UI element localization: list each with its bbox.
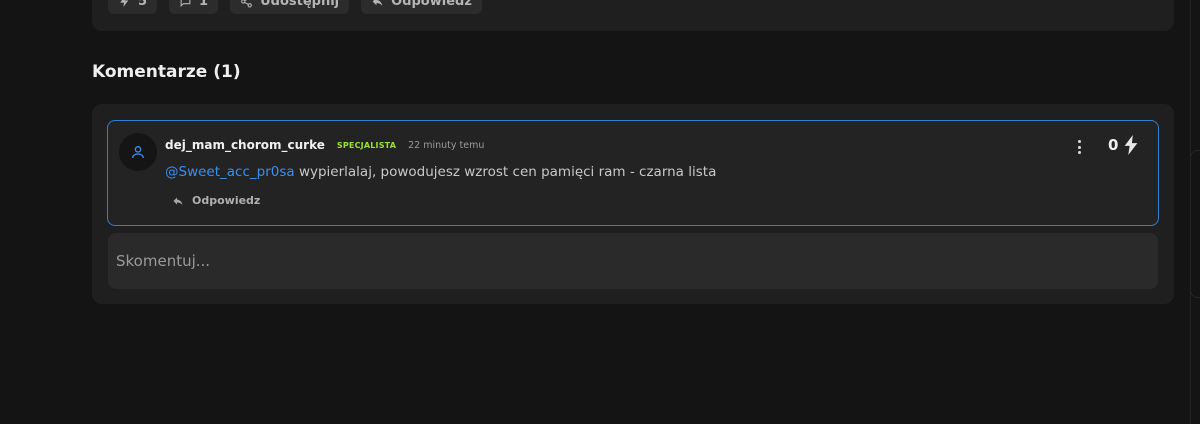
post-card: 5 1 Udostępnij Odpowiedz [92,0,1174,31]
comment-username[interactable]: dej_mam_chorom_curke [165,138,325,152]
post-reply-button[interactable]: Odpowiedz [361,0,482,14]
user-mention[interactable]: @Sweet_acc_pr0sa [165,164,295,180]
post-actions: 5 1 Udostępnij Odpowiedz [108,0,482,14]
comment-message: wypierlalaj, powodujesz wzrost cen pamię… [294,164,717,180]
comments-count: 1 [199,0,209,9]
upvote-count: 5 [138,0,148,9]
sidebar-panel-edge [1190,150,1200,298]
post-reply-label: Odpowiedz [391,0,472,9]
comment-icon [180,0,191,7]
right-sidebar-edge [1190,0,1200,424]
comment-input[interactable] [108,233,1158,289]
user-rank-badge: SPECJALISTA [336,140,397,150]
share-button[interactable]: Udostępnij [230,0,350,14]
comments-button[interactable]: 1 [169,0,219,14]
comments-section-title: Komentarze (1) [92,62,241,82]
share-icon [241,0,253,7]
reply-icon [372,0,383,6]
share-label: Udostępnij [260,0,340,9]
avatar[interactable] [119,133,157,171]
comment-reply-button[interactable]: Odpowiedz [172,194,260,207]
lightning-icon[interactable] [1124,135,1138,155]
reply-icon [173,197,183,205]
user-icon [132,146,144,159]
lightning-icon [120,0,129,7]
comment-card: dej_mam_chorom_curke SPECJALISTA 22 minu… [107,120,1159,226]
comment-reply-label: Odpowiedz [192,194,261,207]
comment-timestamp: 22 minuty temu [408,139,485,151]
comment-header: dej_mam_chorom_curke SPECJALISTA 22 minu… [165,138,484,152]
more-options-icon[interactable] [1074,139,1084,155]
comment-text: @Sweet_acc_pr0sa wypierlalaj, powodujesz… [165,164,716,180]
page: 5 1 Udostępnij Odpowiedz Komentarze (1) [0,0,1200,424]
comments-panel: dej_mam_chorom_curke SPECJALISTA 22 minu… [92,104,1174,304]
upvote-button[interactable]: 5 [108,0,158,14]
comment-vote: 0 [1108,135,1138,155]
comment-score: 0 [1108,136,1119,154]
